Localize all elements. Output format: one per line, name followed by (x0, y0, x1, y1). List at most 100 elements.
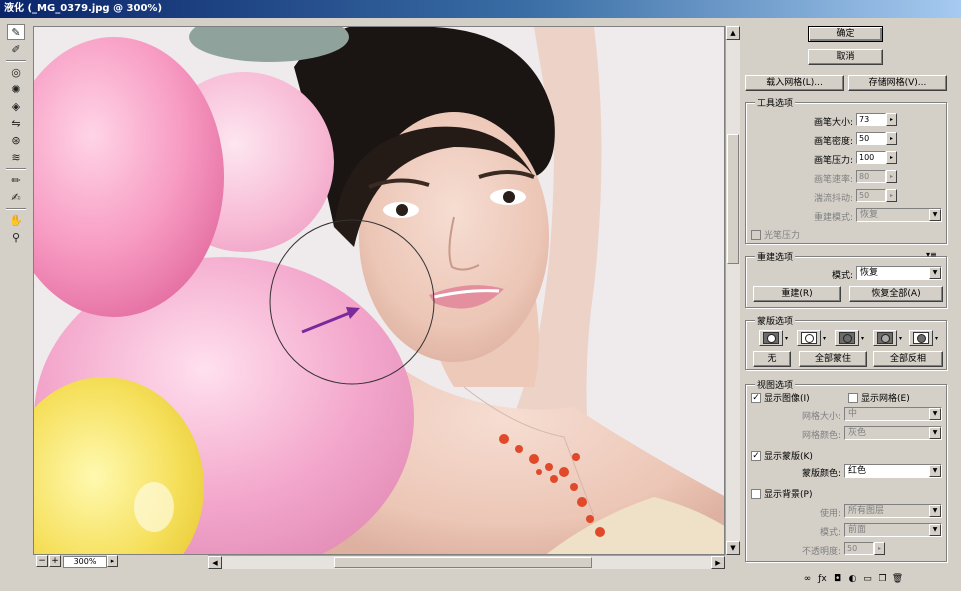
thaw-mask-icon[interactable]: ✍ (7, 189, 25, 205)
reconstruct-icon[interactable]: ✐ (7, 41, 25, 57)
save-mesh-button[interactable]: 存储网格(V)... (848, 75, 947, 91)
scroll-left-button[interactable]: ◀ (208, 556, 222, 569)
use-label: 使用: (819, 509, 841, 519)
scroll-down-button[interactable]: ▼ (726, 541, 740, 555)
brush-size-input[interactable]: 73 (856, 113, 886, 126)
backdrop-mode-value: 前面 (848, 525, 867, 535)
mask-add-icon (801, 332, 817, 344)
freeze-mask-icon[interactable]: ✏ (7, 172, 25, 188)
mask-invert-button[interactable] (909, 330, 933, 346)
panel-menu-icon[interactable]: ▾≡ (926, 250, 937, 259)
twirl-icon[interactable]: ◎ (7, 64, 25, 80)
brush-pressure-input[interactable]: 100 (856, 151, 886, 164)
mesh-size-select: 中 ▼ (844, 407, 942, 421)
show-image-checkbox[interactable]: ✓ 显示图像(I) (751, 391, 810, 404)
mask-intersect-button[interactable] (873, 330, 897, 346)
mesh-size-label: 网格大小: (801, 412, 841, 422)
brush-size-slider-button[interactable]: ▸ (886, 113, 897, 126)
tool-options-title: 工具选项 (755, 96, 796, 109)
brush-density-slider-button[interactable]: ▸ (886, 132, 897, 145)
ok-button[interactable]: 确定 (808, 26, 883, 42)
horizontal-scrollbar[interactable]: ◀ ▶ (208, 555, 725, 569)
turbulent-jitter-label: 湍流抖动: (813, 194, 853, 204)
brush-density-label: 画笔密度: (813, 137, 853, 147)
layer-palette-icons: ∞ ƒx ◘ ◐ ▭ ❐ 🗑 (800, 574, 961, 591)
scroll-right-button[interactable]: ▶ (711, 556, 725, 569)
bloat-icon[interactable]: ◈ (7, 98, 25, 114)
opacity-label: 不透明度: (801, 547, 841, 557)
show-backdrop-label: 显示背景(P) (764, 490, 813, 500)
mask-all-button[interactable]: 全部蒙住 (799, 351, 867, 367)
mask-subtract-icon (839, 332, 855, 344)
zoom-out-button[interactable]: − (36, 555, 48, 567)
trash-icon[interactable]: 🗑 (890, 574, 905, 584)
mask-none-button[interactable]: 无 (753, 351, 791, 367)
mask-options-title: 蒙版选项 (755, 314, 796, 327)
mask-add-button[interactable] (797, 330, 821, 346)
image-preview[interactable] (33, 26, 725, 555)
turbulent-jitter-slider-button: ▸ (886, 189, 897, 202)
chevron-down-icon: ▼ (929, 408, 941, 420)
reconstruct-options-title: 重建选项 (755, 250, 796, 263)
brush-pressure-slider-button[interactable]: ▸ (886, 151, 897, 164)
turbulent-jitter-input: 50 (856, 189, 886, 202)
mask-subtract-button[interactable] (835, 330, 859, 346)
backdrop-mode-select: 前面 ▼ (844, 523, 942, 537)
mask-intersect-icon (877, 332, 893, 344)
cancel-button[interactable]: 取消 (808, 49, 883, 65)
vertical-scroll-thumb[interactable] (727, 134, 739, 264)
mask-color-value: 红色 (848, 466, 867, 476)
turbulence-icon[interactable]: ≋ (7, 149, 25, 165)
tool-palette: ✎ ✐ ◎ ✺ ◈ ⇋ ⊛ ≋ ✏ ✍ ✋ ⚲ (4, 22, 30, 322)
show-backdrop-checkbox[interactable]: 显示背景(P) (751, 487, 812, 500)
new-layer-icon[interactable]: ❐ (875, 574, 890, 584)
show-mesh-label: 显示网格(E) (861, 394, 910, 404)
chevron-down-icon: ▼ (929, 267, 941, 279)
show-mask-label: 显示蒙版(K) (764, 452, 813, 462)
use-select: 所有图层 ▼ (844, 504, 942, 518)
reconstruct-mode-select[interactable]: 恢复 ▼ (856, 266, 942, 280)
adjustment-icon[interactable]: ◐ (845, 574, 860, 584)
pucker-icon[interactable]: ✺ (7, 81, 25, 97)
stylus-pressure-label: 光笔压力 (764, 231, 801, 241)
push-left-icon[interactable]: ⇋ (7, 115, 25, 131)
mask-icon[interactable]: ◘ (830, 574, 845, 584)
brush-density-input[interactable]: 50 (856, 132, 886, 145)
mesh-size-value: 中 (848, 409, 858, 419)
reconstruct-button[interactable]: 重建(R) (753, 286, 841, 302)
hand-icon[interactable]: ✋ (7, 212, 25, 228)
brush-size-label: 画笔大小: (813, 118, 853, 128)
mirror-icon[interactable]: ⊛ (7, 132, 25, 148)
fx-icon[interactable]: ƒx (815, 574, 830, 584)
vertical-scrollbar[interactable]: ▲ ▼ (725, 26, 740, 555)
zoom-icon[interactable]: ⚲ (7, 229, 25, 245)
recon-mode-value: 恢复 (860, 210, 879, 220)
mesh-color-select: 灰色 ▼ (844, 426, 942, 440)
restore-all-button[interactable]: 恢复全部(A) (849, 286, 943, 302)
zoom-level[interactable]: 300% (63, 556, 107, 568)
horizontal-scroll-thumb[interactable] (334, 557, 592, 568)
mesh-color-value: 灰色 (848, 428, 867, 438)
view-options-title: 视图选项 (755, 378, 796, 391)
opacity-input: 50 (844, 542, 874, 555)
show-mesh-checkbox[interactable]: 显示网格(E) (848, 391, 910, 404)
folder-icon[interactable]: ▭ (860, 574, 875, 584)
mask-color-select[interactable]: 红色 ▼ (844, 464, 942, 478)
mesh-color-label: 网格颜色: (801, 431, 841, 441)
scroll-up-button[interactable]: ▲ (726, 26, 740, 40)
options-panel: 确定 取消 载入网格(L)... 存储网格(V)... 工具选项 画笔大小: 7… (741, 18, 961, 573)
link-icon[interactable]: ∞ (800, 574, 815, 584)
show-mask-checkbox[interactable]: ✓ 显示蒙版(K) (751, 449, 813, 462)
brush-rate-slider-button: ▸ (886, 170, 897, 183)
invert-all-button[interactable]: 全部反相 (873, 351, 943, 367)
recon-mode-label: 重建模式: (813, 213, 853, 223)
load-mesh-button[interactable]: 载入网格(L)... (745, 75, 844, 91)
recon-mode-select: 恢复 ▼ (856, 208, 942, 222)
zoom-menu-button[interactable]: ▸ (107, 555, 118, 567)
warp-icon[interactable]: ✎ (7, 24, 25, 40)
stylus-pressure-checkbox: 光笔压力 (751, 228, 800, 241)
zoom-in-button[interactable]: + (49, 555, 61, 567)
reconstruct-mode-label: 模式: (831, 271, 853, 281)
mask-replace-button[interactable] (759, 330, 783, 346)
opacity-slider-button: ▸ (874, 542, 885, 555)
